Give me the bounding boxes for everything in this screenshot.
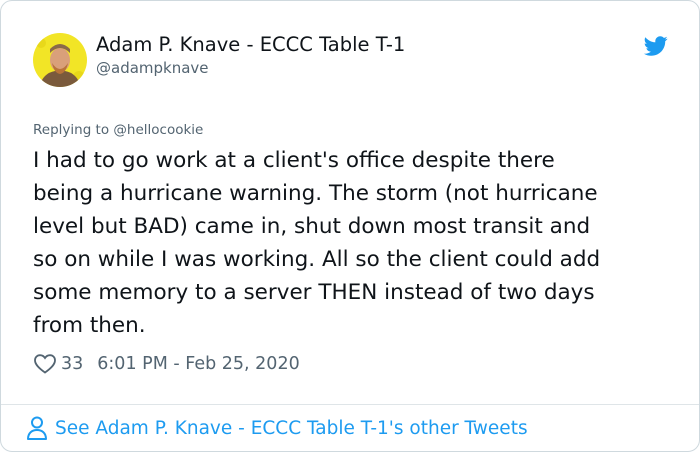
tweet-line: I had to go work at a client's office de… — [33, 148, 555, 173]
like-count[interactable]: 33 — [61, 354, 83, 374]
replying-to: Replying to @hellocookie — [33, 122, 203, 138]
divider — [1, 404, 699, 405]
tweet-line: level but BAD) came in, shut down most t… — [33, 214, 591, 239]
author-name[interactable]: Adam P. Knave - ECCC Table T-1 — [96, 33, 405, 56]
person-icon — [27, 416, 47, 440]
tweet-timestamp[interactable]: 6:01 PM - Feb 25, 2020 — [97, 354, 299, 374]
tweet-line: from then. — [33, 313, 146, 338]
replying-to-prefix: Replying to — [33, 122, 114, 138]
reply-to-handle[interactable]: @hellocookie — [113, 122, 203, 138]
author-handle[interactable]: @adampknave — [96, 59, 209, 77]
see-other-tweets-label: See Adam P. Knave - ECCC Table T-1's oth… — [55, 417, 528, 439]
tweet-text: I had to go work at a client's office de… — [33, 144, 683, 342]
see-other-tweets-link[interactable]: See Adam P. Knave - ECCC Table T-1's oth… — [25, 413, 528, 443]
avatar-image — [33, 33, 87, 87]
tweet-line: so on while I was working. All so the cl… — [33, 247, 601, 272]
tweet-line: some memory to a server THEN instead of … — [33, 280, 595, 305]
avatar[interactable] — [33, 33, 87, 87]
heart-icon[interactable] — [33, 352, 57, 376]
twitter-bird-icon[interactable] — [642, 34, 670, 58]
tweet-card: Adam P. Knave - ECCC Table T-1 @adampkna… — [0, 0, 700, 452]
tweet-line: being a hurricane warning. The storm (no… — [33, 181, 598, 206]
tweet-meta: 33 6:01 PM - Feb 25, 2020 — [33, 351, 300, 377]
